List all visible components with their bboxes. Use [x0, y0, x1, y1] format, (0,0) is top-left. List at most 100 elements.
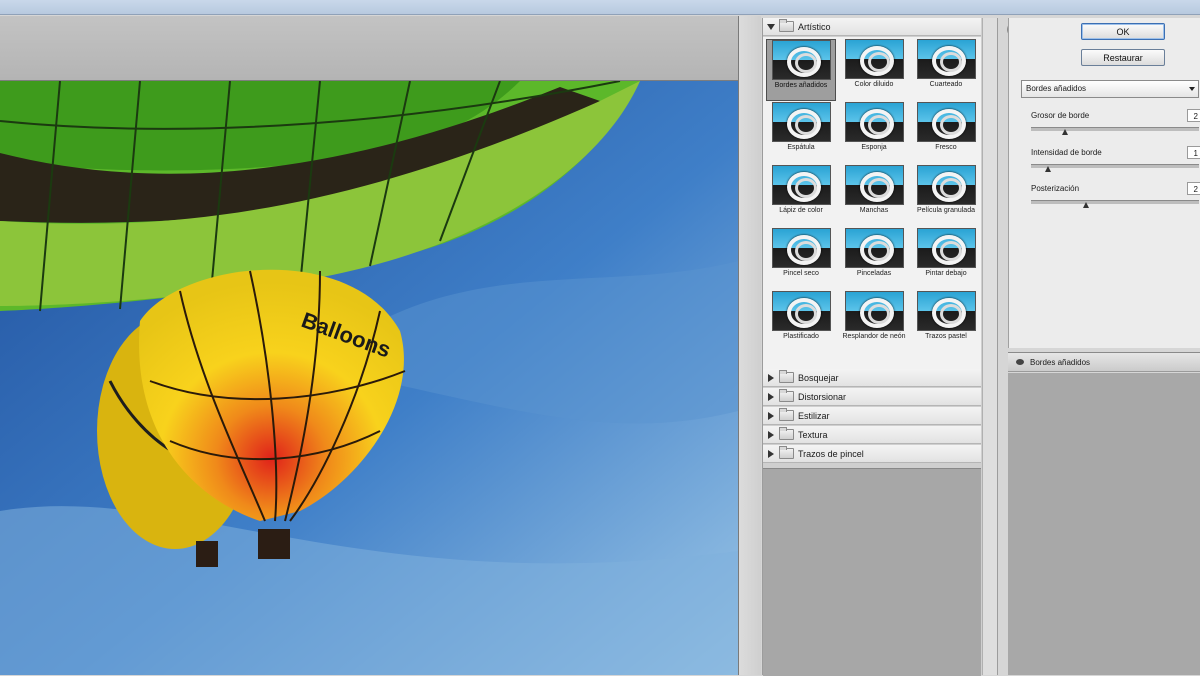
param-slider-thumb[interactable] — [1044, 166, 1051, 172]
window-title-bar — [0, 0, 1200, 15]
folder-icon — [779, 408, 794, 421]
category-estilizar[interactable]: Estilizar — [763, 407, 981, 425]
filter-preview-thumbnail — [916, 291, 976, 331]
param-value-input[interactable]: 2 — [1187, 182, 1200, 195]
filter-thumb-trazos-pastel[interactable]: Trazos pastel — [911, 291, 981, 353]
filter-thumb-label: Cuarteado — [929, 81, 963, 88]
filter-settings-panel: OK Restaurar Bordes añadidos Grosor de b… — [1008, 18, 1200, 348]
category-label: Trazos de pincel — [798, 448, 864, 459]
filter-thumb-label: Pincel seco — [783, 270, 819, 277]
param-slider-track[interactable] — [1031, 164, 1199, 168]
filter-thumb-label: Fresco — [935, 144, 957, 151]
param-label: Intensidad de borde — [1031, 148, 1102, 157]
filter-thumb-pintar-debajo[interactable]: Pintar debajo — [911, 228, 981, 290]
gallery-scrollbar[interactable] — [982, 18, 997, 675]
filter-preview-thumbnail — [844, 165, 904, 205]
folder-icon — [779, 427, 794, 440]
filter-select-value: Bordes añadidos — [1026, 84, 1087, 93]
filter-thumb-pelicula-granulada[interactable]: Película granulada — [911, 165, 981, 227]
filter-gallery: Artístico Bordes añadidos Color diluido … — [762, 18, 998, 676]
filter-preview-thumbnail — [771, 165, 831, 205]
filter-thumb-esponja[interactable]: Esponja — [839, 102, 909, 164]
param-label: Posterización — [1031, 184, 1080, 193]
expand-down-icon — [767, 23, 775, 30]
filter-preview-thumbnail — [844, 102, 904, 142]
category-artistic[interactable]: Artístico — [763, 18, 981, 36]
filter-preview-thumbnail — [916, 39, 976, 79]
filter-preview-thumbnail — [844, 39, 904, 79]
filter-preview-thumbnail — [771, 40, 831, 80]
param-value-input[interactable]: 2 — [1187, 109, 1200, 122]
param-slider-track[interactable] — [1031, 127, 1199, 131]
effect-layers-panel — [1008, 373, 1200, 675]
filter-thumb-label: Esponja — [861, 144, 887, 151]
filter-thumb-fresco[interactable]: Fresco — [911, 102, 981, 164]
category-label: Estilizar — [798, 410, 830, 421]
preview-image[interactable]: Balloons — [0, 81, 738, 675]
filter-thumb-bordes-anadidos[interactable]: Bordes añadidos — [766, 39, 836, 101]
filter-thumb-label: Color diluido — [854, 81, 894, 88]
filter-preview-thumbnail — [771, 102, 831, 142]
param-edge-thickness: Grosor de borde 2 — [1031, 109, 1200, 145]
filter-thumb-label: Manchas — [859, 207, 889, 214]
filter-thumb-manchas[interactable]: Manchas — [839, 165, 909, 227]
preview-pane: Balloons — [0, 16, 739, 675]
filter-thumb-label: Lápiz de color — [779, 207, 823, 214]
param-posterization: Posterización 2 — [1031, 182, 1200, 218]
filter-preview-thumbnail — [771, 228, 831, 268]
filter-thumb-resplandor-de-neon[interactable]: Resplandor de neón — [839, 291, 909, 353]
filter-preview-thumbnail — [771, 291, 831, 331]
preview-canvas-margin — [0, 16, 738, 81]
eye-icon[interactable] — [1016, 359, 1024, 365]
filter-thumb-label: Resplandor de neón — [842, 333, 906, 340]
category-distorsionar[interactable]: Distorsionar — [763, 388, 981, 406]
filter-thumb-plastificado[interactable]: Plastificado — [766, 291, 836, 353]
expand-right-icon — [768, 392, 774, 401]
filter-thumb-color-diluido[interactable]: Color diluido — [839, 39, 909, 101]
category-label: Bosquejar — [798, 372, 839, 383]
filter-thumb-label: Película granulada — [917, 207, 975, 214]
folder-icon — [779, 446, 794, 459]
gallery-empty-area — [763, 468, 981, 676]
filter-preview-thumbnail — [916, 165, 976, 205]
filter-thumbnail-grid: Bordes añadidos Color diluido Cuarteado … — [763, 37, 981, 369]
reset-button[interactable]: Restaurar — [1081, 49, 1165, 66]
filter-thumb-label: Espátula — [787, 144, 815, 151]
filter-thumb-label: Pinceladas — [856, 270, 892, 277]
filter-thumb-label: Plastificado — [783, 333, 819, 340]
filter-preview-thumbnail — [916, 102, 976, 142]
filter-thumb-label: Trazos pastel — [925, 333, 967, 340]
filter-thumb-label: Bordes añadidos — [774, 82, 828, 89]
param-value-input[interactable]: 1 — [1187, 146, 1200, 159]
filter-preview-thumbnail — [916, 228, 976, 268]
expand-right-icon — [768, 449, 774, 458]
filter-preview-thumbnail — [844, 291, 904, 331]
filter-thumb-espatula[interactable]: Espátula — [766, 102, 836, 164]
filter-thumb-pinceladas[interactable]: Pinceladas — [839, 228, 909, 290]
expand-right-icon — [768, 411, 774, 420]
folder-icon — [779, 370, 794, 383]
param-slider-track[interactable] — [1031, 200, 1199, 204]
param-label: Grosor de borde — [1031, 111, 1090, 120]
category-trazos-de-pincel[interactable]: Trazos de pincel — [763, 445, 981, 463]
folder-icon — [779, 389, 794, 402]
filter-thumb-lapiz-de-color[interactable]: Lápiz de color — [766, 165, 836, 227]
category-label: Distorsionar — [798, 391, 847, 402]
param-slider-thumb[interactable] — [1083, 202, 1090, 208]
chevron-down-icon — [1189, 87, 1195, 91]
effect-layer-label: Bordes añadidos — [1030, 357, 1091, 367]
category-bosquejar[interactable]: Bosquejar — [763, 369, 981, 387]
ok-button[interactable]: OK — [1081, 23, 1165, 40]
filter-thumb-label: Pintar debajo — [925, 270, 967, 277]
param-edge-intensity: Intensidad de borde 1 — [1031, 146, 1200, 182]
pane-splitter[interactable] — [739, 16, 761, 675]
filter-select[interactable]: Bordes añadidos — [1021, 80, 1199, 98]
param-slider-thumb[interactable] — [1061, 129, 1068, 135]
category-label: Textura — [798, 429, 828, 440]
category-label: Artístico — [798, 21, 831, 32]
filter-thumb-pincel-seco[interactable]: Pincel seco — [766, 228, 836, 290]
filter-thumb-cuarteado[interactable]: Cuarteado — [911, 39, 981, 101]
category-textura[interactable]: Textura — [763, 426, 981, 444]
effect-layer-row[interactable]: Bordes añadidos — [1008, 352, 1200, 372]
folder-icon — [779, 19, 794, 32]
